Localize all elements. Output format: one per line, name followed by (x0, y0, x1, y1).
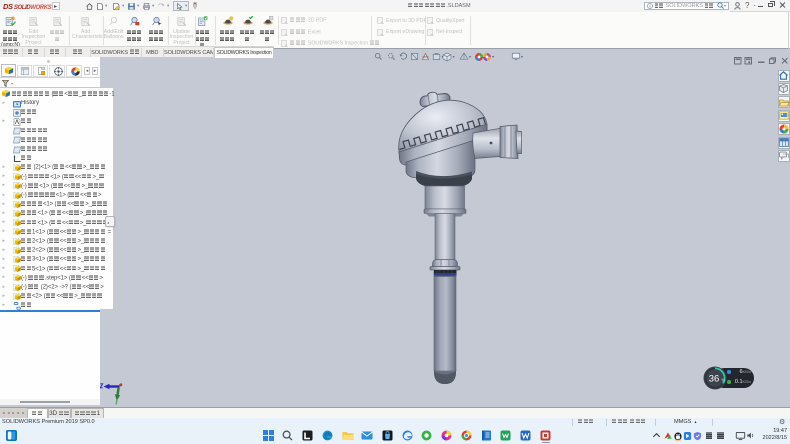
svg-text:%: % (721, 378, 725, 383)
svg-text:36: 36 (709, 374, 720, 385)
